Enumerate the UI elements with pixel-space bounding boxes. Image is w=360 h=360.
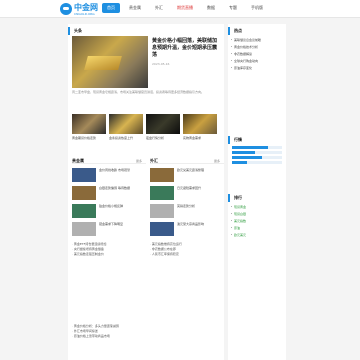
gallery-caption[interactable]: 金条投资热度上升: [109, 136, 143, 140]
news-title[interactable]: 铂金价格小幅反弹: [99, 204, 123, 218]
quote-bar: [232, 151, 282, 154]
news-thumbnail[interactable]: [150, 186, 174, 200]
news-row[interactable]: 欧元兑美元震荡整理: [150, 168, 224, 182]
column-title: 贵金属 更多: [72, 158, 146, 164]
news-thumbnail[interactable]: [72, 168, 96, 182]
bottom-news-list: · 黄金价格分析：多头力量逐渐减弱 · 外汇市场早间综述 · 原油价格上涨带动商品市…: [72, 324, 220, 339]
gallery-image[interactable]: [72, 114, 106, 134]
news-link[interactable]: · 美元指数走强压制金价: [72, 252, 146, 257]
sidebar-news-item[interactable]: 非农数据解读: [231, 52, 282, 56]
news-row[interactable]: 金价周线收跌 市场观望: [72, 168, 146, 182]
news-row[interactable]: 日元避险需求回升: [150, 186, 224, 200]
ranking-item[interactable]: 现货白银: [231, 212, 282, 216]
main-content: 头条 黄金价格小幅回落，美联储加息预期升温，金价短期承压震荡 2023-05-1…: [68, 24, 224, 360]
quote-bar-fill: [232, 156, 262, 159]
news-thumbnail[interactable]: [72, 186, 96, 200]
column-title: 外汇 更多: [150, 158, 224, 164]
nav-item-1[interactable]: 贵金属: [124, 3, 146, 13]
news-thumbnail[interactable]: [72, 204, 96, 218]
sidebar-ranking: 排行现货黄金现货白银美元指数原油欧元美元: [228, 194, 286, 237]
sidebar: 热点 美联储议息会议前瞻 黄金价格技术分析 非农数据解读 全球央行购金动向 原油库存变化 …: [228, 24, 286, 360]
gallery-caption[interactable]: 实物黄金需求: [183, 136, 217, 140]
news-title[interactable]: 欧元兑美元震荡整理: [177, 168, 204, 182]
sidebar-quotes: 行情: [228, 136, 286, 166]
news-title[interactable]: 澳元受大宗商品影响: [177, 222, 204, 236]
sidebar-news-item[interactable]: 全球央行购金动向: [231, 59, 282, 63]
gallery-image[interactable]: [109, 114, 143, 134]
image-gallery: 黄金期货价格走势 金条投资热度上升 夜盘行情分析 实物黄金需求: [72, 114, 220, 140]
sidebar-hot: 热点美联储议息会议前瞻 黄金价格技术分析 非农数据解读 全球央行购金动向 原油库存变化: [228, 27, 286, 70]
gallery-image[interactable]: [146, 114, 180, 134]
nav-item-4[interactable]: 数据: [202, 3, 220, 13]
news-title[interactable]: 日元避险需求回升: [177, 186, 201, 200]
hero-image[interactable]: [72, 36, 148, 88]
news-thumbnail[interactable]: [150, 168, 174, 182]
logo-text: 中金网: [74, 2, 98, 12]
news-link[interactable]: · 人民币汇率保持稳定: [150, 252, 224, 257]
section-title-headline: 头条: [68, 27, 224, 35]
ranking-item[interactable]: 欧元美元: [231, 233, 282, 237]
ranking-item[interactable]: 原油: [231, 226, 282, 230]
news-row[interactable]: 钯金需求下降明显: [72, 222, 146, 236]
ranking-item[interactable]: 美元指数: [231, 219, 282, 223]
quote-bar: [232, 161, 282, 164]
gallery-item[interactable]: 金条投资热度上升: [109, 114, 143, 140]
nav-item-0[interactable]: 首页: [102, 3, 120, 13]
hero-date: 2023-05-16: [152, 62, 170, 66]
news-row[interactable]: 铂金价格小幅反弹: [72, 204, 146, 218]
logo-subtext: CNGOLD.ORG: [74, 11, 95, 16]
news-title[interactable]: 白银走势偏弱 等待数据: [99, 186, 130, 200]
ranking-item[interactable]: 现货黄金: [231, 205, 282, 209]
more-link[interactable]: 更多: [214, 158, 220, 164]
news-title[interactable]: 金价周线收跌 市场观望: [99, 168, 130, 182]
nav-item-6[interactable]: 手机版: [246, 3, 268, 13]
site-logo[interactable]: 中金网 CNGOLD.ORG: [60, 2, 98, 16]
sidebar-title-hot: 热点: [228, 27, 286, 35]
gold-bar-graphic: [84, 56, 122, 70]
quote-bar-fill: [232, 151, 255, 154]
sidebar-news-item[interactable]: 黄金价格技术分析: [231, 45, 282, 49]
nav-item-2[interactable]: 外汇: [150, 3, 168, 13]
sidebar-news-item[interactable]: 原油库存变化: [231, 66, 282, 70]
gallery-item[interactable]: 夜盘行情分析: [146, 114, 180, 140]
nav-item-3[interactable]: 期货直播: [172, 3, 198, 13]
news-title[interactable]: 钯金需求下降明显: [99, 222, 123, 236]
logo-icon: [60, 3, 72, 15]
sidebar-news-item[interactable]: 美联储议息会议前瞻: [231, 38, 282, 42]
column-forex: 外汇 更多 欧元兑美元震荡整理 日元避险需求回升 英镑走势分析 澳元受大宗商品影响 · 美元…: [150, 158, 224, 257]
hero-title[interactable]: 黄金价格小幅回落，美联储加息预期升温，金价短期承压震荡: [152, 38, 220, 59]
top-bar: 中金网 CNGOLD.ORG 首页 贵金属 外汇 期货直播 数据 专题 手机版: [0, 0, 360, 18]
quote-bar-fill: [232, 146, 268, 149]
news-row[interactable]: 英镑走势分析: [150, 204, 224, 218]
column-precious-metals: 贵金属 更多金价周线收跌 市场观望 白银走势偏弱 等待数据 铂金价格小幅反弹 钯金需求下…: [72, 158, 146, 257]
gallery-caption[interactable]: 夜盘行情分析: [146, 136, 180, 140]
more-link[interactable]: 更多: [136, 158, 142, 164]
gallery-caption[interactable]: 黄金期货价格走势: [72, 136, 106, 140]
gallery-image[interactable]: [183, 114, 217, 134]
quote-bar-fill: [232, 161, 247, 164]
hero-summary: 周二亚市早盘，现货黄金窄幅震荡，市场关注美联储官员讲话，投资者等待更多经济数据指…: [72, 90, 205, 94]
quote-bar: [232, 146, 282, 149]
news-thumbnail[interactable]: [150, 222, 174, 236]
news-row[interactable]: 白银走势偏弱 等待数据: [72, 186, 146, 200]
quote-bar: [232, 156, 282, 159]
nav-item-5[interactable]: 专题: [224, 3, 242, 13]
main-nav: 首页 贵金属 外汇 期货直播 数据 专题 手机版: [102, 3, 272, 13]
sidebar-title-ranking: 排行: [228, 194, 286, 202]
news-thumbnail[interactable]: [72, 222, 96, 236]
gallery-item[interactable]: 实物黄金需求: [183, 114, 217, 140]
news-link[interactable]: · 原油价格上涨带动商品市场: [72, 334, 220, 339]
news-thumbnail[interactable]: [150, 204, 174, 218]
news-row[interactable]: 澳元受大宗商品影响: [150, 222, 224, 236]
news-title[interactable]: 英镑走势分析: [177, 204, 195, 218]
sidebar-title-quotes: 行情: [228, 136, 286, 144]
gallery-item[interactable]: 黄金期货价格走势: [72, 114, 106, 140]
